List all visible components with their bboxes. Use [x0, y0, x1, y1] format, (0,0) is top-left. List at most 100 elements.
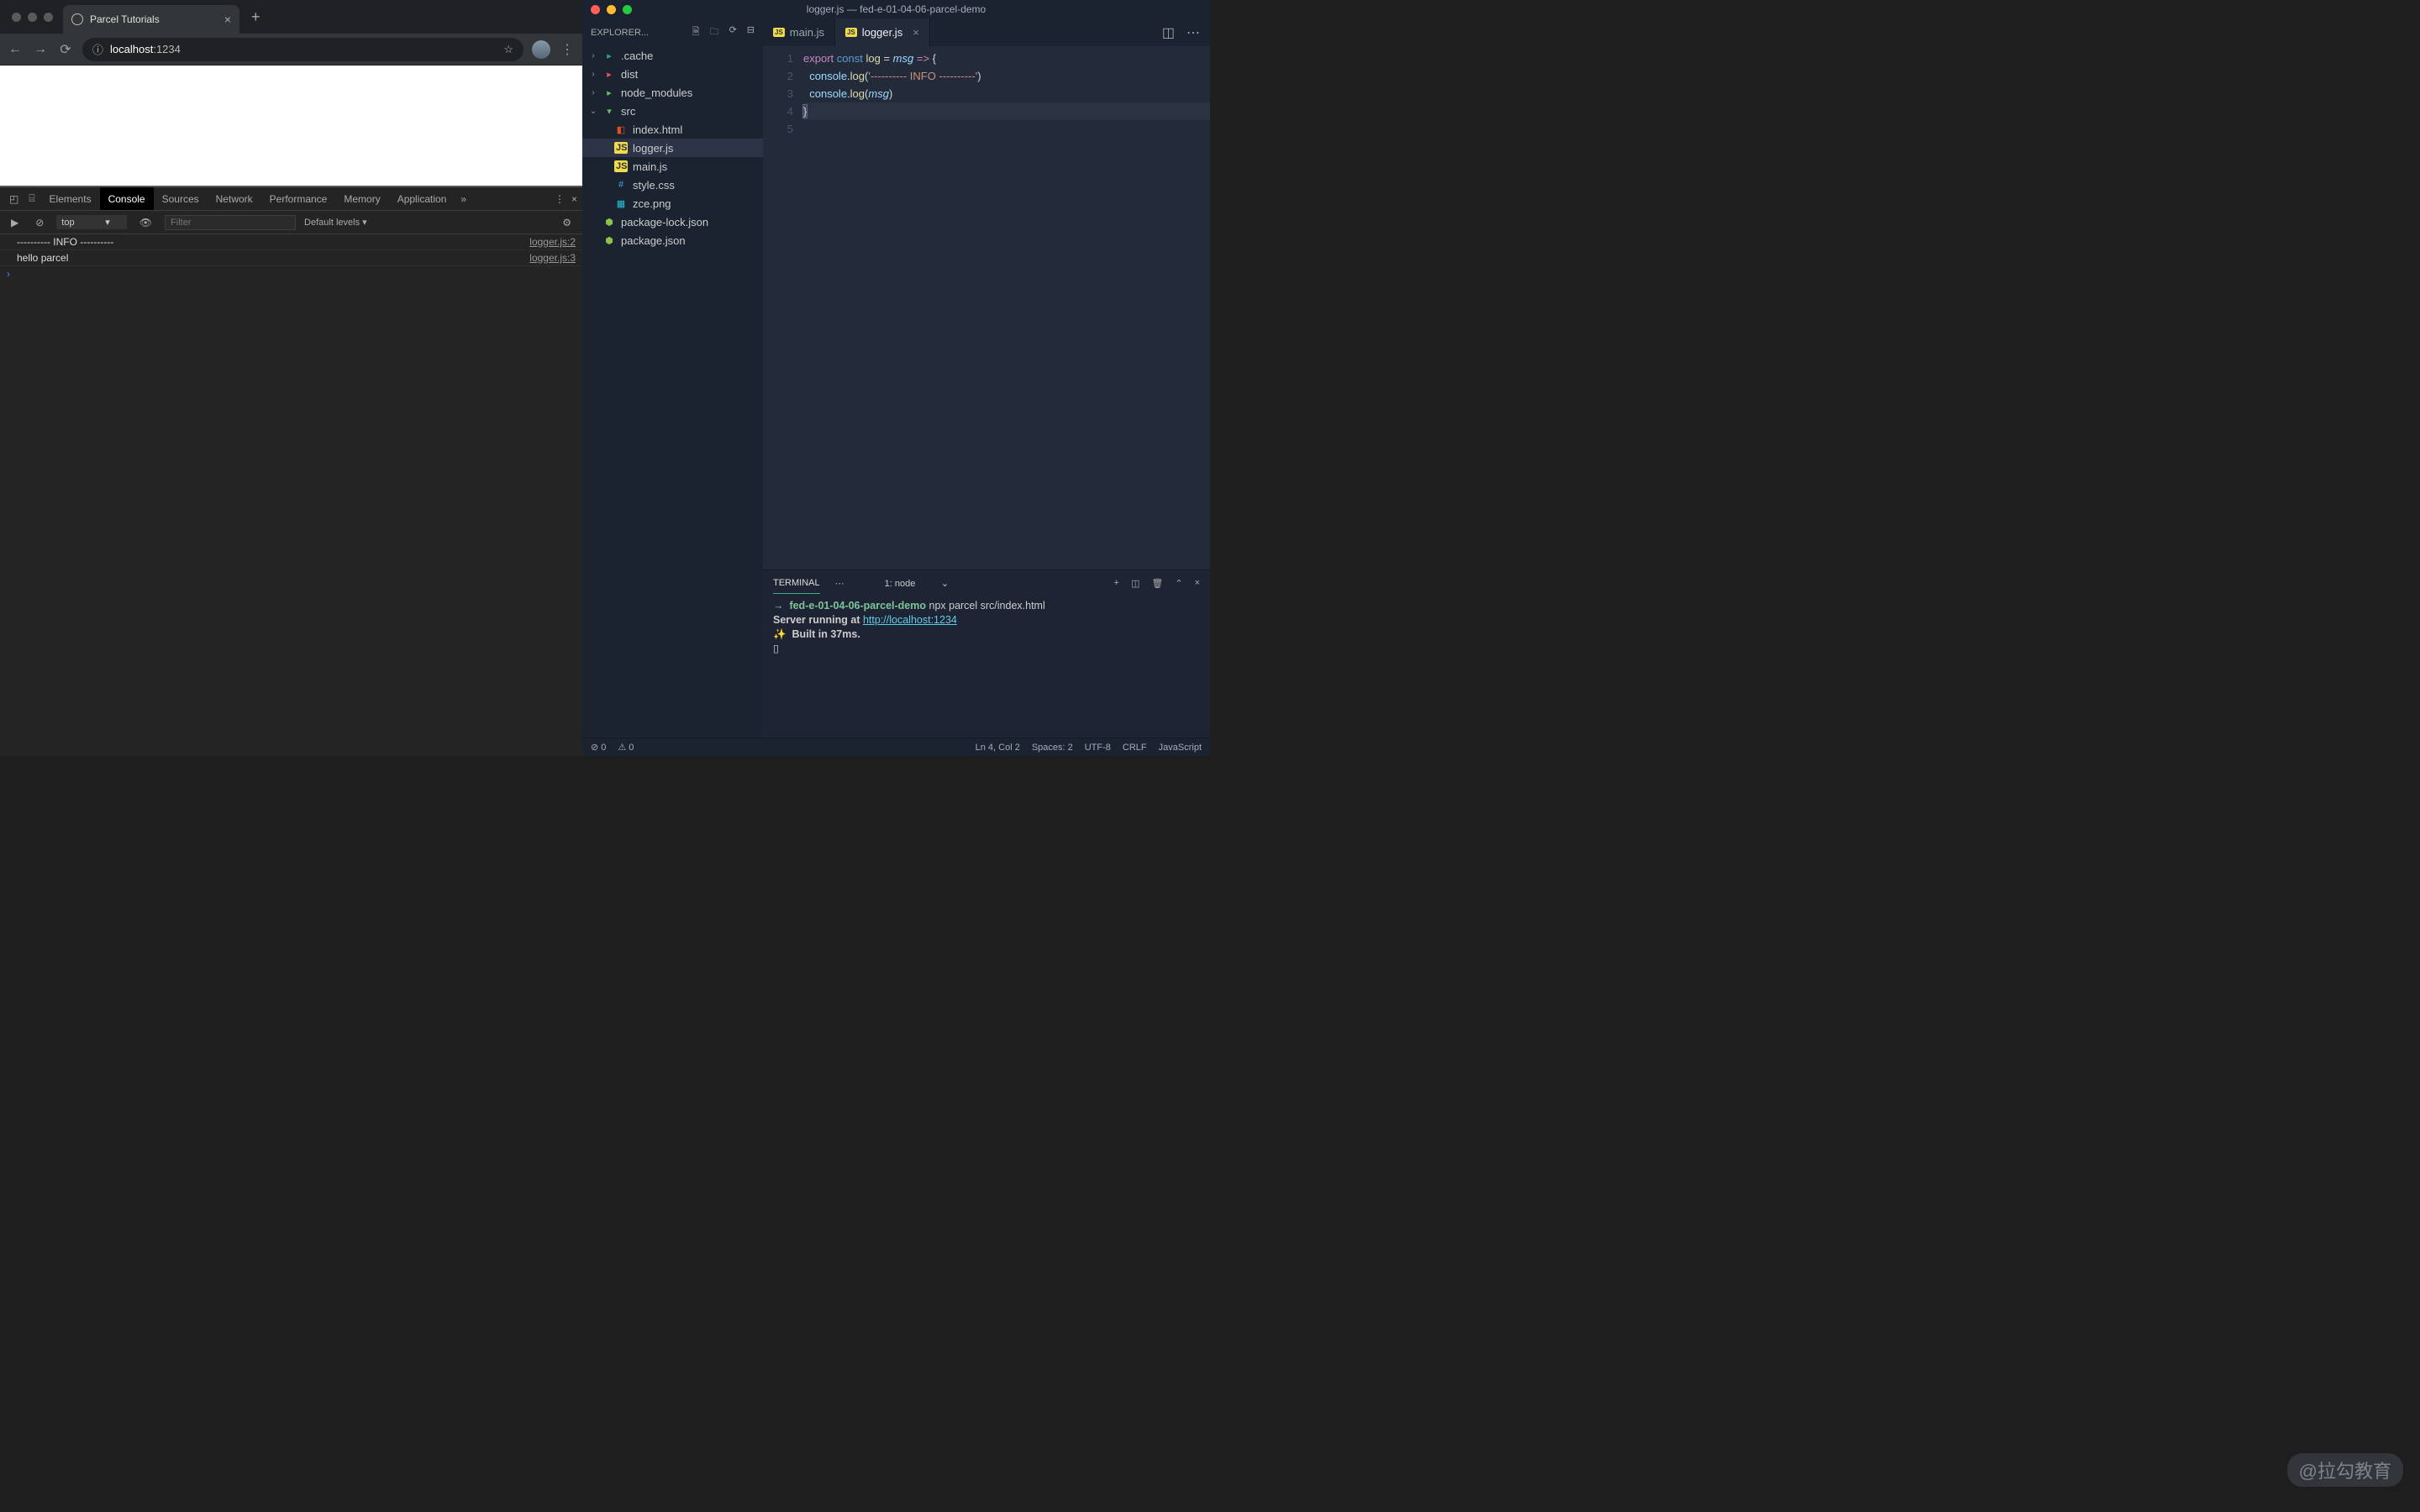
- explorer-label: EXPLORER...: [591, 28, 649, 38]
- overflow-icon[interactable]: »: [456, 193, 471, 205]
- menu-icon[interactable]: ⋮: [559, 41, 576, 58]
- file-label: main.js: [633, 160, 667, 173]
- status-position[interactable]: Ln 4, Col 2: [976, 743, 1020, 753]
- terminal-tab[interactable]: TERMINAL: [773, 578, 820, 594]
- devtools-tab-application[interactable]: Application: [389, 187, 455, 210]
- browser-tab[interactable]: Parcel Tutorials ×: [63, 5, 239, 34]
- address-bar[interactable]: ⓘ localhost:1234 ☆: [82, 38, 523, 61]
- terminal-line: Server running at http://localhost:1234: [773, 613, 1200, 627]
- new-terminal-icon[interactable]: +: [1114, 578, 1119, 589]
- file-icon: ▸: [602, 50, 616, 61]
- new-folder-icon[interactable]: 🗀: [710, 24, 719, 40]
- toggle-sidebar-icon[interactable]: ▶: [7, 217, 23, 228]
- reload-icon[interactable]: ⟳: [57, 41, 74, 58]
- back-icon[interactable]: ←: [7, 42, 24, 57]
- file-icon: JS: [773, 28, 785, 37]
- file-package-lock-json[interactable]: ⬢package-lock.json: [582, 213, 763, 231]
- devtools-tab-sources[interactable]: Sources: [154, 187, 208, 210]
- collapse-icon[interactable]: ⊟: [747, 24, 755, 40]
- devtools-tabbar: ◰ ⌸ ElementsConsoleSourcesNetworkPerform…: [0, 187, 582, 211]
- file-main-js[interactable]: JS main.js: [582, 157, 763, 176]
- star-icon[interactable]: ☆: [503, 43, 513, 56]
- terminal-line: ▯: [773, 642, 1200, 656]
- devtools-tab-console[interactable]: Console: [100, 187, 154, 210]
- code-line[interactable]: [803, 120, 1210, 138]
- file-logger-js[interactable]: JSlogger.js: [582, 139, 763, 157]
- device-icon[interactable]: ⌸: [24, 192, 39, 205]
- terminal-line: → fed-e-01-04-06-parcel-demo npx parcel …: [773, 599, 1200, 613]
- window-controls: [12, 13, 53, 22]
- filter-input[interactable]: [165, 215, 296, 230]
- devtools-tab-performance[interactable]: Performance: [261, 187, 336, 210]
- chevron-up-icon[interactable]: ⌃: [1175, 578, 1182, 589]
- file-icon: ◧: [614, 124, 628, 135]
- terminal-select[interactable]: 1: node ⌄: [885, 578, 949, 589]
- devtools-menu-icon[interactable]: ⋮: [555, 193, 565, 205]
- status-spaces[interactable]: Spaces: 2: [1032, 743, 1073, 753]
- more-icon[interactable]: ⋯: [1186, 24, 1200, 41]
- terminal-output[interactable]: → fed-e-01-04-06-parcel-demo npx parcel …: [763, 596, 1210, 738]
- browser-viewport: [0, 66, 582, 186]
- split-icon[interactable]: ◫: [1162, 24, 1175, 41]
- devtools-tab-memory[interactable]: Memory: [335, 187, 388, 210]
- console-source-link[interactable]: logger.js:2: [529, 236, 576, 248]
- settings-icon[interactable]: ⚙: [558, 217, 576, 228]
- eye-icon[interactable]: 👁: [135, 217, 156, 228]
- forward-icon[interactable]: →: [32, 42, 49, 57]
- code-line[interactable]: export const log = msg => {: [803, 50, 1210, 67]
- file-icon: JS: [614, 142, 628, 154]
- window-title: logger.js — fed-e-01-04-06-parcel-demo: [807, 3, 986, 15]
- avatar[interactable]: [532, 40, 550, 59]
- console-source-link[interactable]: logger.js:3: [529, 252, 576, 264]
- code-line[interactable]: }: [803, 102, 1210, 120]
- url-port: :1234: [153, 43, 181, 55]
- file-label: .cache: [621, 50, 653, 62]
- close-icon[interactable]: ×: [224, 13, 231, 26]
- folder-dist[interactable]: ›▸dist: [582, 65, 763, 83]
- status-errors[interactable]: ⊘ 0: [591, 742, 606, 753]
- tab-label: main.js: [790, 26, 824, 39]
- refresh-icon[interactable]: ⟳: [729, 24, 737, 40]
- chevron-icon: ⌄: [589, 107, 597, 116]
- new-file-icon[interactable]: 🗎: [692, 24, 700, 40]
- split-terminal-icon[interactable]: ◫: [1131, 578, 1139, 589]
- context-select[interactable]: top ▾: [56, 215, 127, 229]
- console-prompt[interactable]: ›: [0, 266, 582, 281]
- status-encoding[interactable]: UTF-8: [1085, 743, 1111, 753]
- inspect-icon[interactable]: ◰: [5, 193, 23, 205]
- terminal-tabbar: TERMINAL ⋯ 1: node ⌄ + ◫ 🗑 ⌃ ×: [763, 570, 1210, 596]
- trash-icon[interactable]: 🗑: [1151, 578, 1163, 589]
- file-icon: JS: [614, 160, 628, 172]
- clear-icon[interactable]: ⊘: [31, 217, 48, 228]
- editor-tab-logger-js[interactable]: JSlogger.js×: [835, 18, 930, 46]
- status-warnings[interactable]: ⚠ 0: [618, 742, 634, 753]
- file-label: style.css: [633, 179, 675, 192]
- devtools-tab-network[interactable]: Network: [208, 187, 261, 210]
- editor-tab-main-js[interactable]: JS main.js: [763, 18, 835, 46]
- terminal-more-icon[interactable]: ⋯: [835, 578, 844, 589]
- code-line[interactable]: console.log('---------- INFO ----------'…: [803, 67, 1210, 85]
- code-editor[interactable]: 12345 export const log = msg => { consol…: [763, 46, 1210, 570]
- file-icon: ▦: [614, 198, 628, 209]
- devtools-tab-elements[interactable]: Elements: [41, 187, 100, 210]
- devtools-close-icon[interactable]: ×: [571, 193, 577, 205]
- info-icon: ⓘ: [92, 41, 103, 57]
- file-index-html[interactable]: ◧index.html: [582, 120, 763, 139]
- file-icon: ⬢: [602, 217, 616, 228]
- chevron-icon: ›: [589, 51, 597, 60]
- folder-node_modules[interactable]: ›▸node_modules: [582, 83, 763, 102]
- file-style-css[interactable]: #style.css: [582, 176, 763, 194]
- browser-tabbar: Parcel Tutorials × +: [0, 0, 582, 34]
- status-eol[interactable]: CRLF: [1123, 743, 1147, 753]
- status-lang[interactable]: JavaScript: [1159, 743, 1202, 753]
- code-line[interactable]: console.log(msg): [803, 85, 1210, 102]
- levels-select[interactable]: Default levels ▾: [304, 217, 367, 228]
- file-package-json[interactable]: ⬢package.json: [582, 231, 763, 249]
- new-tab-button[interactable]: +: [251, 8, 260, 26]
- close-icon[interactable]: ×: [913, 26, 919, 39]
- folder--cache[interactable]: › ▸ .cache: [582, 46, 763, 65]
- close-icon[interactable]: ×: [1195, 578, 1200, 589]
- file-zce-png[interactable]: ▦zce.png: [582, 194, 763, 213]
- console-output: ---------- INFO ----------logger.js:2hel…: [0, 234, 582, 756]
- folder-src[interactable]: ⌄▾src: [582, 102, 763, 120]
